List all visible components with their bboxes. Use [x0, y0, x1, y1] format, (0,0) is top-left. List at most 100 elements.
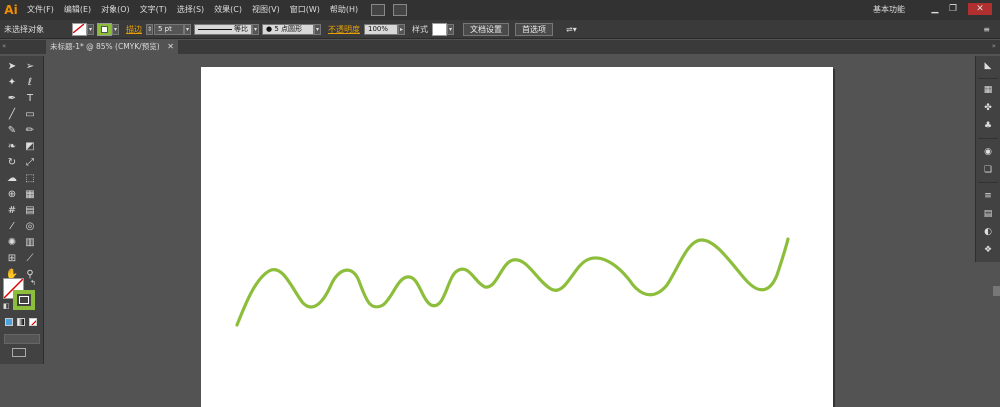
blob-brush-icon[interactable]: ❧: [4, 140, 20, 154]
symbol-sprayer-icon[interactable]: ✺: [4, 236, 20, 250]
selection-status: 未选择对象: [4, 24, 44, 34]
appearance-panel-icon[interactable]: ◉: [980, 146, 996, 158]
screen-mode-icon[interactable]: [12, 348, 26, 357]
fill-swatch[interactable]: [72, 22, 87, 36]
magic-wand-icon[interactable]: ✦: [4, 76, 20, 90]
app-logo: Ai: [4, 3, 18, 17]
arrange-documents-icon[interactable]: [393, 4, 408, 16]
stroke-weight-field[interactable]: 5 pt: [154, 23, 184, 35]
bridge-icon[interactable]: [371, 4, 386, 16]
color-panel-icon[interactable]: ◣: [980, 60, 996, 72]
warp-icon[interactable]: ☁: [4, 172, 20, 186]
document-tab-bar: « 未标题-1* @ 85% (CMYK/预览) ✕ »: [0, 40, 1000, 54]
layers-panel-icon[interactable]: ❖: [980, 244, 996, 256]
default-fill-stroke-icon[interactable]: ◧: [3, 302, 10, 310]
gradient-icon[interactable]: ▤: [22, 204, 38, 218]
profile-label: 等比: [234, 24, 248, 33]
stroke-label[interactable]: 描边: [122, 24, 146, 35]
rotate-icon[interactable]: ↻: [4, 156, 20, 170]
panel-menu-icon[interactable]: ≡: [979, 25, 994, 34]
stroke-dropdown[interactable]: ▾: [112, 23, 119, 35]
stroke-inner: [101, 25, 108, 33]
artboard[interactable]: [201, 67, 833, 407]
profile-line: [198, 28, 232, 30]
gradient-mode-icon[interactable]: [17, 318, 25, 326]
menu-effect[interactable]: 效果(C): [209, 0, 247, 20]
lasso-icon[interactable]: ℓ: [22, 76, 38, 90]
direct-selection-icon[interactable]: ➢: [22, 60, 38, 74]
selection-icon[interactable]: ➤: [4, 60, 20, 74]
transparency-panel-icon[interactable]: ◐: [980, 226, 996, 238]
menu-bar: Ai 文件(F) 编辑(E) 对象(O) 文字(T) 选择(S) 效果(C) 视…: [0, 0, 1000, 20]
menu-select[interactable]: 选择(S): [172, 0, 209, 20]
restore-button[interactable]: ❐: [946, 3, 960, 15]
gradient-panel-icon[interactable]: ▤: [980, 208, 996, 220]
dock-divider: [978, 78, 998, 79]
paintbrush-icon[interactable]: ✎: [4, 124, 20, 138]
scrollbar-thumb[interactable]: [993, 286, 1000, 296]
menu-type[interactable]: 文字(T): [135, 0, 172, 20]
arrange-icon[interactable]: ⇌▾: [562, 25, 581, 34]
scale-icon[interactable]: ⤢: [22, 156, 38, 170]
pen-icon[interactable]: ✒: [4, 92, 20, 106]
none-fill-icon: [73, 23, 84, 33]
minimize-button[interactable]: ▁: [928, 3, 942, 15]
brush-definition[interactable]: ● 5 点圆形: [262, 23, 314, 35]
preferences-button[interactable]: 首选项: [515, 22, 553, 36]
artboard-icon[interactable]: ⊞: [4, 252, 20, 266]
swap-fill-stroke-icon[interactable]: ↰: [30, 279, 36, 287]
line-icon[interactable]: ╱: [4, 108, 20, 122]
shape-builder-icon[interactable]: ⊕: [4, 188, 20, 202]
document-tab[interactable]: 未标题-1* @ 85% (CMYK/预览) ✕: [46, 40, 178, 54]
workspace-switcher[interactable]: 基本功能: [873, 0, 905, 20]
graphic-styles-panel-icon[interactable]: ❏: [980, 164, 996, 176]
stroke-swatch[interactable]: [97, 22, 112, 36]
stroke-weight-stepper[interactable]: ⇕: [146, 23, 153, 35]
slice-icon[interactable]: ⟋: [22, 252, 38, 266]
free-transform-icon[interactable]: ⬚: [22, 172, 38, 186]
stroke-panel-icon[interactable]: ≡: [980, 190, 996, 202]
menu-view[interactable]: 视图(V): [247, 0, 285, 20]
menu-window[interactable]: 窗口(W): [285, 0, 325, 20]
pencil-icon[interactable]: ✏: [22, 124, 38, 138]
right-panel-collapse-icon[interactable]: »: [992, 42, 996, 50]
stroke-weight-dropdown[interactable]: ▾: [184, 23, 191, 35]
close-button[interactable]: ✕: [968, 3, 992, 15]
brush-label: 5 点圆形: [274, 24, 303, 33]
eraser-icon[interactable]: ◩: [22, 140, 38, 154]
menu-help[interactable]: 帮助(H): [325, 0, 363, 20]
eyedropper-icon[interactable]: ⁄: [4, 220, 20, 234]
column-graph-icon[interactable]: ▥: [22, 236, 38, 250]
none-mode-icon[interactable]: [29, 318, 37, 326]
symbols-panel-icon[interactable]: ♣: [980, 120, 996, 132]
swatches-panel-icon[interactable]: ▦: [980, 84, 996, 96]
graphic-style-dropdown[interactable]: ▾: [447, 23, 454, 35]
document-tab-title: 未标题-1* @ 85% (CMYK/预览): [50, 42, 160, 51]
close-tab-icon[interactable]: ✕: [167, 40, 174, 54]
color-mode-icon[interactable]: [5, 318, 13, 326]
menu-edit[interactable]: 编辑(E): [59, 0, 96, 20]
document-setup-button[interactable]: 文档设置: [463, 22, 509, 36]
menu-object[interactable]: 对象(O): [96, 0, 135, 20]
perspective-icon[interactable]: ▦: [22, 188, 38, 202]
blend-icon[interactable]: ◎: [22, 220, 38, 234]
type-icon[interactable]: T: [22, 92, 38, 106]
profile-dropdown[interactable]: ▾: [252, 23, 259, 35]
opacity-dropdown[interactable]: ▸: [398, 23, 405, 35]
fill-dropdown[interactable]: ▾: [87, 23, 94, 35]
opacity-label[interactable]: 不透明度: [324, 24, 364, 35]
panel-collapse-icon[interactable]: «: [2, 42, 6, 50]
menu-file[interactable]: 文件(F): [22, 0, 59, 20]
brush-dropdown[interactable]: ▾: [314, 23, 321, 35]
dock-divider: [978, 138, 998, 139]
drawing-mode-icons[interactable]: [4, 334, 40, 344]
stroke-inner-box: [19, 296, 29, 304]
opacity-field[interactable]: 100%: [364, 23, 398, 35]
variable-width-profile[interactable]: 等比: [194, 23, 252, 35]
mesh-icon[interactable]: #: [4, 204, 20, 218]
stroke-color-box[interactable]: [13, 290, 35, 310]
rectangle-icon[interactable]: ▭: [22, 108, 38, 122]
graphic-style-swatch[interactable]: [432, 22, 447, 36]
wavy-stroke-path[interactable]: [201, 67, 833, 403]
brushes-panel-icon[interactable]: ✤: [980, 102, 996, 114]
